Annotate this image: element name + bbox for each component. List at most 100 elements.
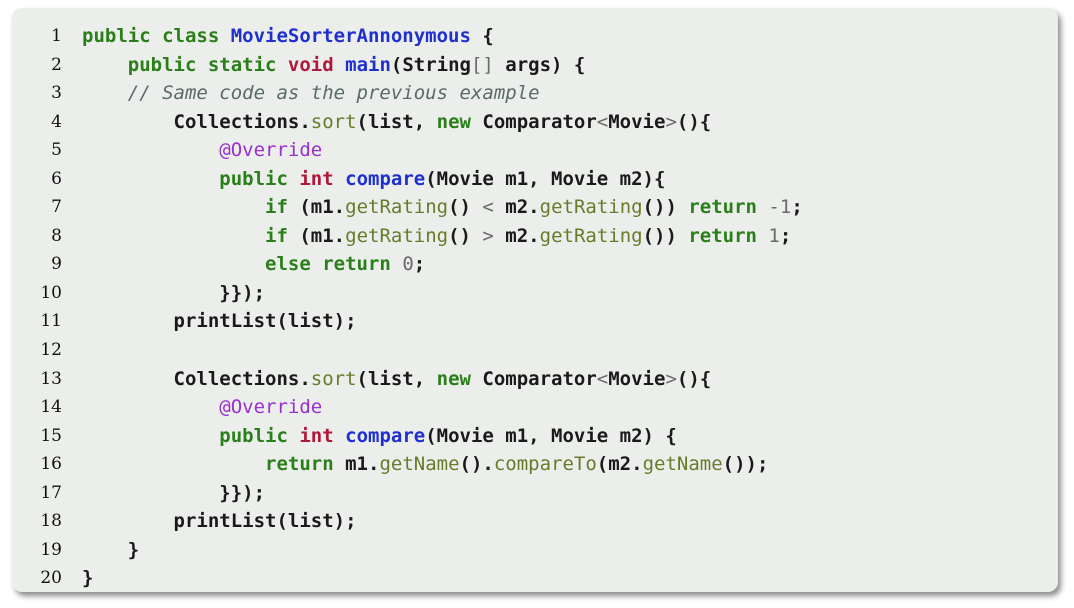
code-token: ; [779, 224, 792, 247]
code-token: main [345, 53, 391, 76]
code-token: return [265, 453, 346, 476]
line-number: 5 [51, 140, 62, 161]
code-token: Movie [608, 367, 666, 390]
line-number: 1 [51, 26, 62, 46]
code-token: }}); [82, 281, 266, 304]
code-token: ; [413, 253, 426, 276]
code-token: public [219, 424, 300, 447]
code-token: MovieSorterAnnonymous [230, 25, 471, 47]
code-token: 1 [768, 224, 780, 247]
line-number: 4 [51, 111, 62, 132]
code-token: (m1. [299, 224, 346, 247]
code-token: ; [791, 196, 803, 219]
code-token: sort [310, 110, 357, 133]
code-token: printList(list); [82, 310, 357, 333]
code-token: (m1. [299, 196, 346, 219]
code-listing-panel: 1 public class MovieSorterAnnonymous { 2 p… [12, 8, 1058, 592]
code-token: (). [459, 453, 494, 476]
line-number: 18 [40, 511, 62, 532]
code-token: (list, [356, 110, 437, 133]
code-text: if (m1.getRating() < m2.getRating()) ret… [82, 193, 803, 222]
code-token: > [665, 367, 677, 390]
line-number: 14 [40, 397, 62, 418]
code-token: (){ [676, 110, 712, 133]
line-number: 12 [40, 340, 62, 361]
code-token: if [265, 224, 300, 247]
code-token: else return [265, 253, 403, 276]
line-number: 20 [40, 568, 62, 589]
code-text: Collections.sort(list, new Comparator<Mo… [82, 365, 712, 394]
code-text: }}); [82, 279, 265, 308]
code-token: getRating [345, 196, 449, 219]
code-token: getRating [539, 224, 643, 247]
code-token: new [436, 367, 483, 390]
code-token: return [688, 224, 769, 247]
code-token: m1. [345, 453, 380, 476]
code-token: > [665, 110, 677, 133]
code-token: (Movie m1, Movie m2) { [425, 424, 677, 447]
line-number: 8 [51, 225, 62, 246]
code-token: < [482, 196, 494, 219]
code-token: public [219, 167, 300, 190]
code-token: }}); [82, 481, 266, 504]
code-token: getRating [345, 224, 449, 247]
code-text: } [82, 564, 93, 593]
code-token: Collections. [82, 110, 311, 133]
code-token: sort [310, 367, 357, 390]
line-number: 7 [51, 197, 62, 218]
line-number: 17 [40, 482, 62, 503]
code-text: @Override [82, 393, 322, 422]
line-number: 10 [40, 282, 62, 303]
code-text: Collections.sort(list, new Comparator<Mo… [82, 108, 712, 137]
line-number: 3 [51, 83, 62, 104]
code-token: (String [390, 53, 471, 76]
code-token: (Movie m1, Movie m2){ [425, 167, 666, 190]
code-text: public class MovieSorterAnnonymous { [82, 22, 494, 51]
code-token: return [688, 196, 769, 219]
code-token: compareTo [493, 453, 597, 476]
code-text: public static void main(String[] args) { [82, 51, 586, 80]
code-token: getName [642, 453, 723, 476]
code-text: printList(list); [82, 307, 357, 336]
code-text: printList(list); [82, 507, 357, 536]
code-token: new [436, 110, 483, 133]
code-token: (m2. [596, 453, 643, 476]
code-token: if [265, 196, 300, 219]
code-token: [] [470, 53, 494, 76]
code-token: int [299, 424, 346, 447]
code-token: 0 [402, 253, 414, 276]
code-token: args) { [493, 53, 586, 76]
code-token: void [287, 53, 346, 76]
code-token: Comparator [482, 110, 597, 133]
code-token: } [82, 567, 94, 590]
code-token: () [448, 224, 483, 247]
line-number: 15 [40, 425, 62, 446]
line-number: 2 [51, 54, 62, 75]
code-token: -1 [768, 196, 792, 219]
code-token: // Same code as the previous example [127, 82, 540, 105]
line-number: 13 [40, 368, 62, 389]
code-token: @Override [219, 396, 323, 419]
line-number: 6 [51, 168, 62, 189]
code-text: } [82, 536, 139, 565]
code-token: () [448, 196, 483, 219]
line-number: 16 [40, 454, 62, 475]
code-text: public int compare(Movie m1, Movie m2){ [82, 165, 665, 194]
code-text: @Override [82, 136, 322, 165]
code-token: < [596, 110, 609, 133]
code-token: int [299, 167, 346, 190]
code-token: getName [379, 453, 460, 476]
code-token: Movie [608, 110, 666, 133]
code-text: return m1.getName().compareTo(m2.getName… [82, 450, 768, 479]
code-token: { [470, 25, 494, 47]
code-token: public static [127, 53, 288, 76]
code-token: Collections. [82, 367, 311, 390]
